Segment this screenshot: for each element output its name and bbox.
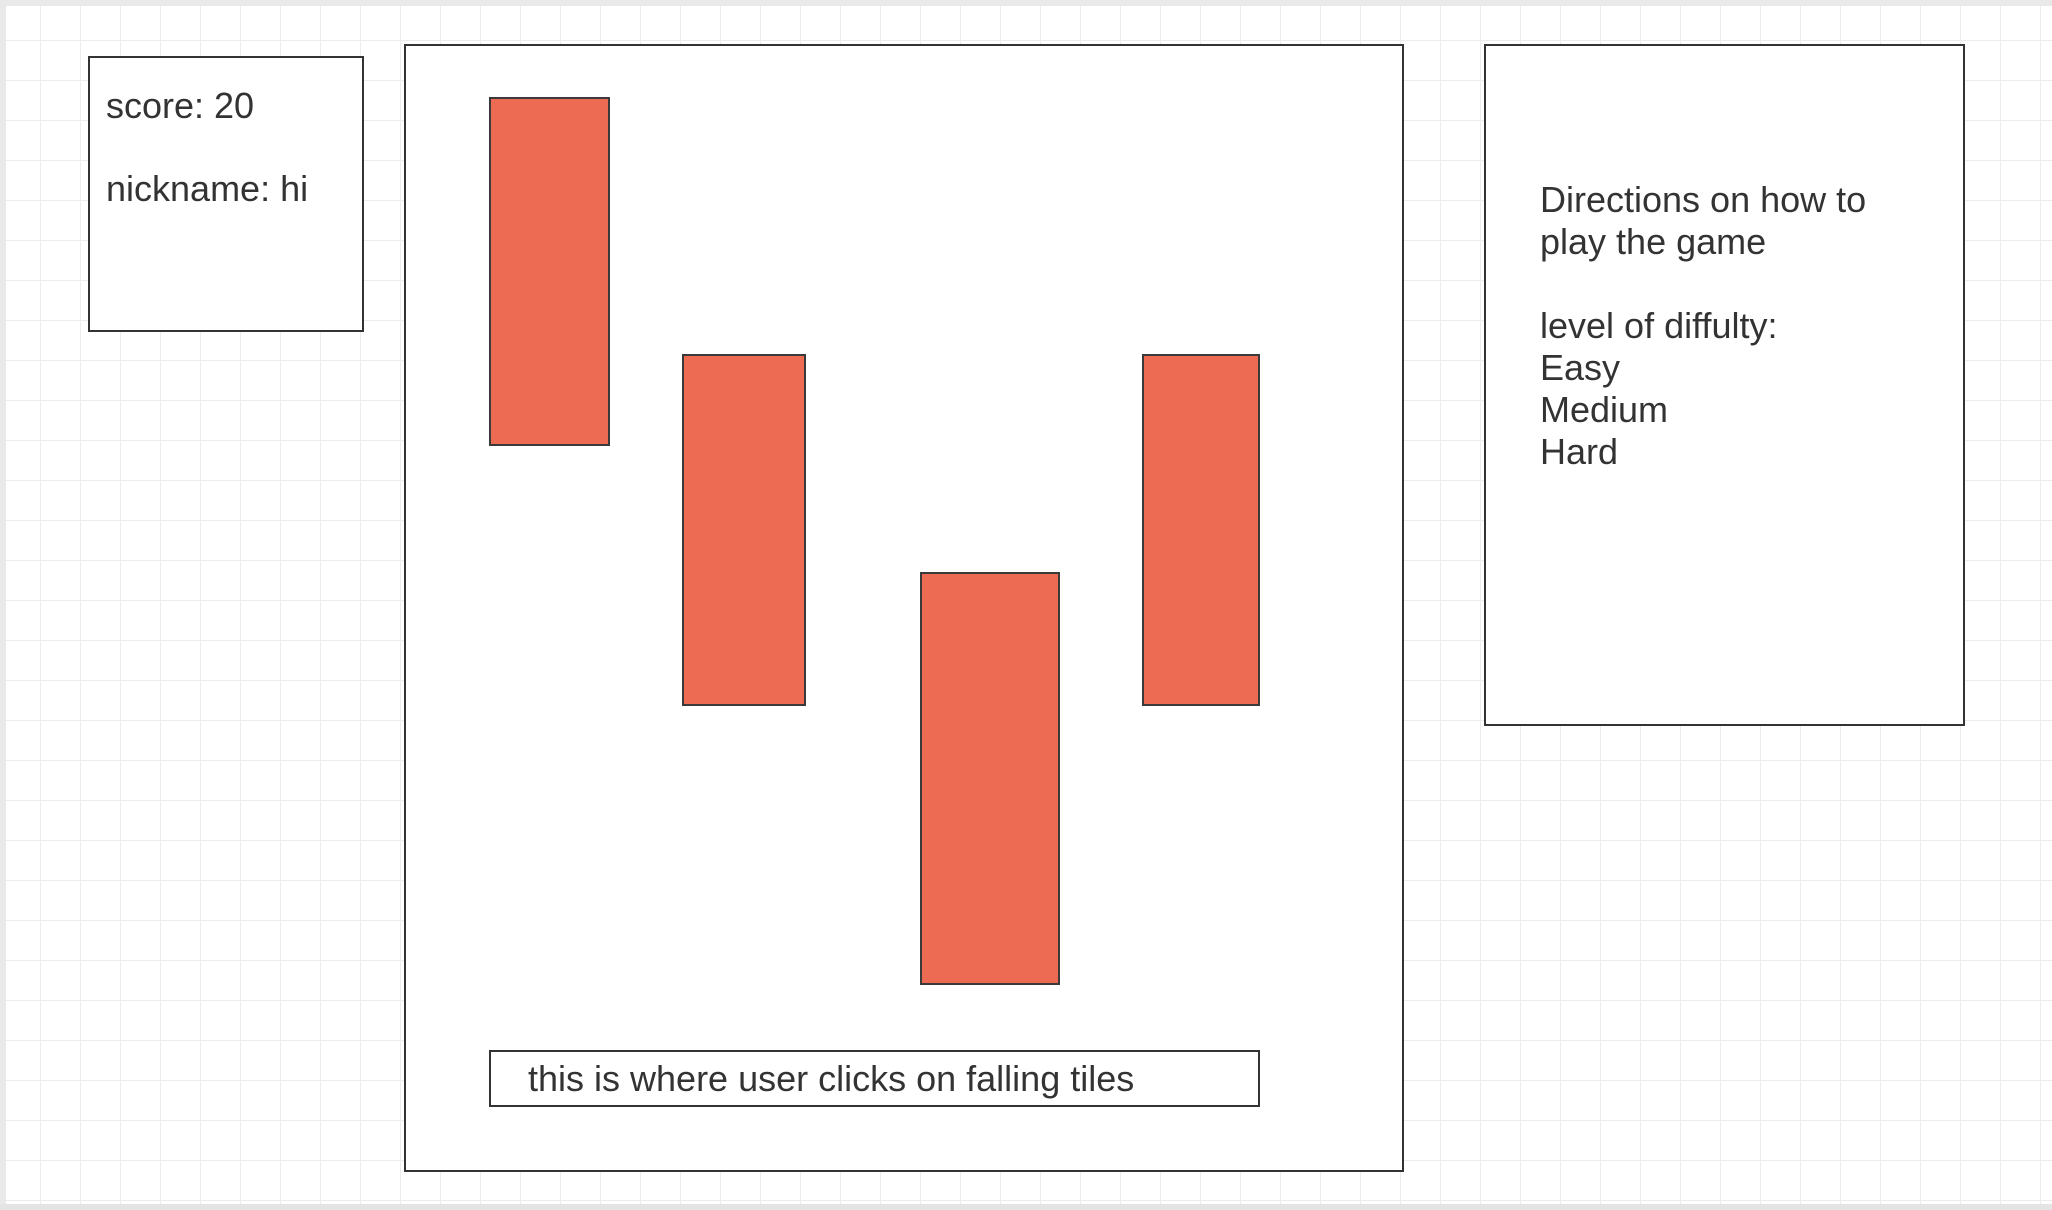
difficulty-option-medium[interactable]: Medium — [1540, 389, 1668, 431]
falling-tile-4[interactable] — [1142, 354, 1260, 706]
nickname-label: nickname: hi — [106, 168, 309, 209]
directions-line-2: play the game — [1540, 221, 1767, 262]
score-label: score: 20 — [106, 85, 255, 126]
falling-tile-2[interactable] — [682, 354, 806, 706]
falling-tile-3[interactable] — [920, 572, 1060, 985]
difficulty-heading: level of diffulty: — [1540, 305, 1778, 346]
falling-tile-1[interactable] — [489, 97, 610, 446]
difficulty-option-hard[interactable]: Hard — [1540, 431, 1618, 473]
difficulty-option-easy[interactable]: Easy — [1540, 347, 1620, 389]
canvas-bottom-edge — [0, 1204, 2052, 1210]
click-zone-label: this is where user clicks on falling til… — [528, 1058, 1135, 1099]
directions-line-1: Directions on how to — [1540, 179, 1867, 220]
